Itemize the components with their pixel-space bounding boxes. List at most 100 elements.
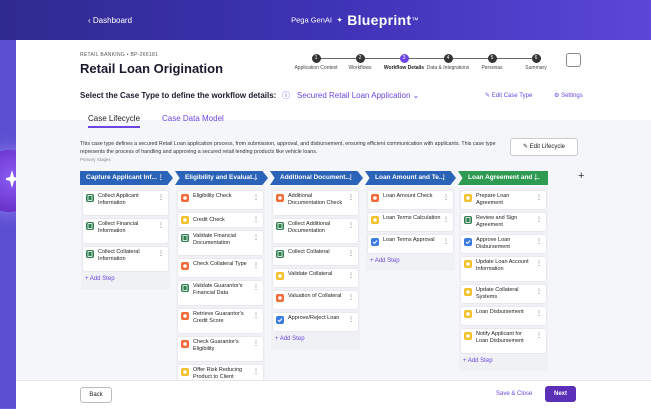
settings-button[interactable]: ⚙ Settings [554, 92, 583, 99]
automation-icon [464, 310, 472, 318]
kebab-icon[interactable]: ⋮ [348, 222, 354, 229]
header: RETAIL BANKING • BP-266181 Retail Loan O… [16, 40, 651, 120]
kebab-icon[interactable]: ⋮ [253, 194, 259, 201]
kebab-icon[interactable]: ⋮ [348, 294, 354, 301]
step-item[interactable]: Prepare Loan Agreement ⋮ [461, 191, 546, 209]
stage-header[interactable]: Additional Document... ⋮ [270, 171, 363, 185]
decision-icon [181, 340, 189, 348]
kebab-icon[interactable]: ⋮ [443, 216, 449, 223]
step-item[interactable]: Loan Disbursement ⋮ [461, 307, 546, 325]
chevron-down-icon: ⌄ [412, 91, 420, 100]
add-step-button[interactable]: + Add Step [370, 258, 400, 264]
add-stage-button[interactable]: + [578, 170, 584, 182]
kebab-icon[interactable]: ⋮ [441, 171, 448, 185]
brand: Pega GenAI ✦ Blueprint™ [270, 11, 440, 29]
kebab-icon[interactable]: ⋮ [536, 288, 542, 295]
step-item[interactable]: Credit Check ⋮ [178, 213, 263, 227]
kebab-icon[interactable]: ⋮ [253, 284, 259, 291]
stage-header[interactable]: Eligibility and Evaluat... ⋮ [175, 171, 268, 185]
gear-icon: ⚙ [554, 93, 560, 99]
step-item[interactable]: Valuation of Collateral ⋮ [273, 291, 358, 309]
step-item[interactable]: Collect Financial Information ⋮ [83, 219, 168, 243]
step-item-label: Check Collateral Type [193, 261, 247, 267]
kebab-icon[interactable]: ⋮ [253, 368, 259, 375]
kebab-icon[interactable]: ⋮ [533, 171, 540, 185]
next-button[interactable]: Next [545, 386, 576, 402]
edit-lifecycle-button[interactable]: ✎ Edit Lifecycle [510, 138, 578, 156]
step-item[interactable]: Loan Terms Approval ⋮ [368, 235, 453, 253]
decision-icon [371, 194, 379, 202]
back-button[interactable]: Back [80, 387, 112, 403]
dashboard-link[interactable]: ‹ Dashboard [88, 16, 132, 25]
step-item[interactable]: Eligibility Check ⋮ [178, 191, 263, 209]
kebab-icon[interactable]: ⋮ [348, 316, 354, 323]
kebab-icon[interactable]: ⋮ [536, 332, 542, 339]
kebab-icon[interactable]: ⋮ [536, 238, 542, 245]
add-step-button[interactable]: + Add Step [85, 276, 115, 282]
step-item[interactable]: Approve/Reject Loan ⋮ [273, 313, 358, 331]
step-item[interactable]: Collect Additional Documentation ⋮ [273, 219, 358, 243]
kebab-icon[interactable]: ⋮ [158, 194, 164, 201]
step-item[interactable]: Update Loan Account Information ⋮ [461, 257, 546, 281]
kebab-icon[interactable]: ⋮ [536, 216, 542, 223]
stage-title: Capture Applicant Inf... [86, 174, 157, 181]
kebab-icon[interactable]: ⋮ [536, 194, 542, 201]
step-item[interactable]: Approve Loan Disbursement ⋮ [461, 235, 546, 253]
step-item-label: Prepare Loan Agreement [476, 193, 510, 206]
step-item[interactable]: Additional Documentation Check ⋮ [273, 191, 358, 215]
kebab-icon[interactable]: ⋮ [253, 234, 259, 241]
step-item-label: Approve/Reject Loan [288, 315, 340, 321]
kebab-icon[interactable]: ⋮ [443, 194, 449, 201]
kebab-icon[interactable]: ⋮ [158, 171, 165, 185]
add-step-button[interactable]: + Add Step [275, 336, 305, 342]
tab-case-data-model[interactable]: Case Data Model [162, 114, 224, 123]
stage-header[interactable]: Loan Agreement and ... ⋮ [458, 171, 548, 185]
kebab-icon[interactable]: ⋮ [253, 312, 259, 319]
case-type-dropdown[interactable]: Secured Retail Loan Application ⌄ [297, 91, 419, 100]
kebab-icon[interactable]: ⋮ [253, 171, 260, 185]
kebab-icon[interactable]: ⋮ [348, 194, 354, 201]
step-label: Summary [525, 65, 547, 71]
brand-tm: ™ [411, 15, 419, 25]
step-item-label: Collect Collateral [288, 249, 330, 255]
kebab-icon[interactable]: ⋮ [158, 250, 164, 257]
kebab-icon[interactable]: ⋮ [536, 260, 542, 267]
step-item[interactable]: Check Collateral Type ⋮ [178, 259, 263, 277]
step-item[interactable]: Loan Terms Calculation ⋮ [368, 213, 453, 231]
step-item[interactable]: Review and Sign Agreement ⋮ [461, 213, 546, 231]
step-dot: 1 [311, 54, 321, 63]
kebab-icon[interactable]: ⋮ [348, 250, 354, 257]
step-item[interactable]: Validate Guarantor's Financial Data ⋮ [178, 281, 263, 305]
stage-title: Additional Document... [280, 174, 351, 181]
case-type-label: Select the Case Type to define the workf… [80, 91, 277, 100]
step-item[interactable]: Collect Collateral ⋮ [273, 247, 358, 265]
save-close-button[interactable]: Save & Close [496, 391, 532, 397]
add-step-button[interactable]: + Add Step [463, 358, 493, 364]
step-item[interactable]: Collect Collateral Information ⋮ [83, 247, 168, 271]
kebab-icon[interactable]: ⋮ [536, 310, 542, 317]
step-item[interactable]: Check Guarantor's Eligibility ⋮ [178, 337, 263, 361]
tab-case-lifecycle[interactable]: Case Lifecycle [88, 114, 141, 128]
step-item[interactable]: Loan Amount Check ⋮ [368, 191, 453, 209]
step-6[interactable]: 6 Summary [506, 52, 566, 71]
step-item[interactable]: Validate Collateral ⋮ [273, 269, 358, 287]
kebab-icon[interactable]: ⋮ [348, 171, 355, 185]
stage-header[interactable]: Capture Applicant Inf... ⋮ [80, 171, 173, 185]
stage-header[interactable]: Loan Amount and Te... ⋮ [365, 171, 456, 185]
kebab-icon[interactable]: ⋮ [253, 262, 259, 269]
kebab-icon[interactable]: ⋮ [158, 222, 164, 229]
chat-icon[interactable] [566, 53, 581, 67]
info-icon[interactable]: ⓘ [282, 90, 290, 101]
kebab-icon[interactable]: ⋮ [253, 340, 259, 347]
breadcrumb: RETAIL BANKING • BP-266181 [80, 52, 159, 58]
kebab-icon[interactable]: ⋮ [443, 238, 449, 245]
step-dot: 4 [443, 54, 453, 63]
kebab-icon[interactable]: ⋮ [253, 216, 259, 223]
step-item[interactable]: Notify Applicant for Loan Disbursement ⋮ [461, 329, 546, 353]
step-item[interactable]: Retrieve Guarantor's Credit Score ⋮ [178, 309, 263, 333]
kebab-icon[interactable]: ⋮ [348, 272, 354, 279]
step-item[interactable]: Validate Financial Documentation ⋮ [178, 231, 263, 255]
edit-case-type-button[interactable]: ✎ Edit Case Type [485, 92, 532, 99]
step-item[interactable]: Update Collateral Systems ⋮ [461, 285, 546, 303]
step-item[interactable]: Collect Applicant Information ⋮ [83, 191, 168, 215]
